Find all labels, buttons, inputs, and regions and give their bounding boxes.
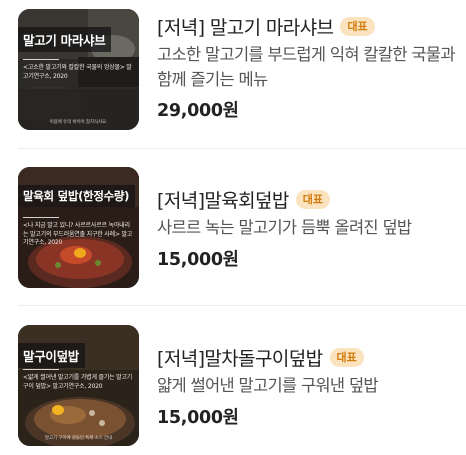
menu-info: [저녁] 말고기 마라샤브 대표 고소한 말고기를 부드럽게 익혀 칼칼한 국물… — [157, 12, 456, 122]
menu-thumbnail[interactable]: 말구이덮밥 <얇게 썰어낸 말고기를 가볍게 즐기는 말고기 구이 덮밥> 말고… — [18, 325, 139, 446]
menu-price: 15,000원 — [157, 250, 239, 270]
signature-badge: 대표 — [295, 189, 331, 209]
thumbnail-divider — [23, 217, 59, 218]
menu-price: 15,000원 — [157, 408, 239, 428]
menu-description: 사르르 녹는 말고기가 듬뿍 올려진 덮밥 — [157, 218, 412, 237]
thumbnail-label: 말육회 덮밥(한정수량) — [18, 185, 136, 207]
divider — [18, 148, 466, 149]
menu-item[interactable]: 말육회 덮밥(한정수량) <나 지금 말고 있니? 사르르사르르 녹아내리는 말… — [0, 150, 466, 290]
title-row: [저녁] 말고기 마라샤브 대표 — [157, 12, 456, 40]
thumbnail-quote: <고소한 말고기와 칼칼한 국물의 엉상몰> 말고기연구소, 2020 — [23, 64, 132, 80]
menu-item[interactable]: 말구이덮밥 <얇게 썰어낸 말고기를 가볍게 즐기는 말고기 구이 덮밥> 말고… — [0, 310, 466, 450]
menu-info: [저녁]말차돌구이덮밥 대표 얇게 썰어낸 말고기를 구워낸 덮밥 15,000… — [157, 343, 456, 429]
menu-description: 고소한 말고기를 부드럽게 익혀 칼칼한 국물과 함께 즐기는 메뉴 — [157, 45, 456, 89]
thumbnail-label: 말구이덮밥 — [18, 343, 86, 368]
thumbnail-footer: 이용에 유의 바이어 참치식사요. — [49, 120, 108, 125]
menu-title: [저녁]말육회덮밥 — [157, 189, 289, 212]
thumbnail-divider — [23, 369, 59, 370]
signature-badge: 대표 — [340, 16, 375, 36]
divider — [18, 305, 466, 306]
menu-info: [저녁]말육회덮밥 대표 사르르 녹는 말고기가 듬뿍 올려진 덮밥 15,00… — [157, 185, 456, 271]
thumbnail-label: 말고기 마라샤브 — [18, 27, 112, 52]
menu-description: 얇게 썰어낸 말고기를 구워낸 덮밥 — [157, 376, 379, 395]
menu-thumbnail[interactable]: 말육회 덮밥(한정수량) <나 지금 말고 있니? 사르르사르르 녹아내리는 말… — [18, 167, 139, 288]
thumbnail-footer: 말고기 구이에 곁들인 특제 소스 안내 — [44, 436, 113, 441]
title-row: [저녁]말차돌구이덮밥 대표 — [157, 343, 456, 371]
signature-badge: 대표 — [329, 347, 364, 367]
menu-thumbnail[interactable]: 말고기 마라샤브 <고소한 말고기와 칼칼한 국물의 엉상몰> 말고기연구소, … — [18, 9, 139, 130]
thumbnail-divider — [23, 59, 59, 60]
title-row: [저녁]말육회덮밥 대표 — [157, 185, 456, 213]
thumbnail-quote: <나 지금 말고 있니? 사르르사르르 녹아내리는 말고기의 부드러움연출 지구… — [23, 222, 133, 246]
menu-price: 29,000원 — [157, 101, 239, 121]
menu-item[interactable]: 말고기 마라샤브 <고소한 말고기와 칼칼한 국물의 엉상몰> 말고기연구소, … — [0, 0, 466, 140]
menu-title: [저녁] 말고기 마라샤브 — [157, 16, 334, 39]
thumbnail-quote: <얇게 썰어낸 말고기를 가볍게 즐기는 말고기 구이 덮밥> 말고기연구소, … — [23, 374, 133, 390]
menu-title: [저녁]말차돌구이덮밥 — [157, 347, 323, 370]
